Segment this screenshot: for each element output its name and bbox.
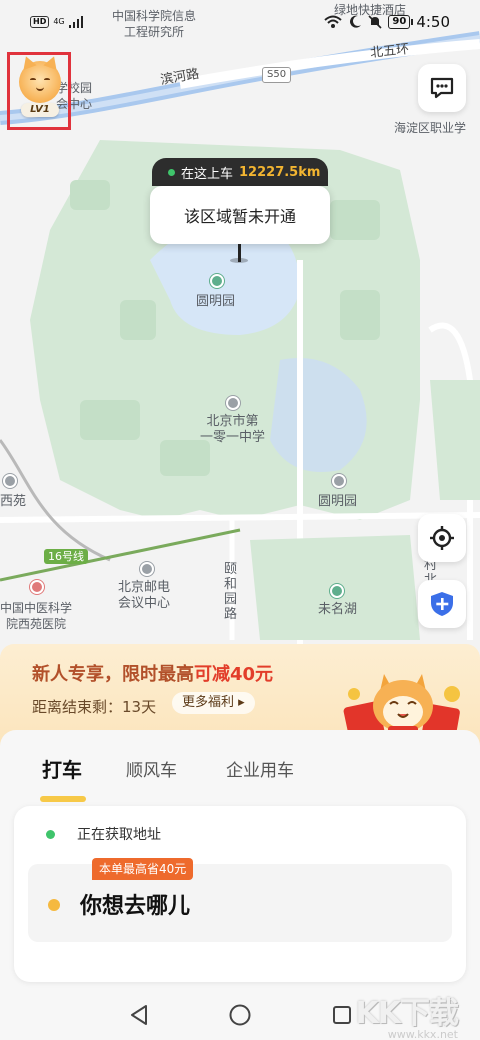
active-tab-underline — [40, 796, 86, 802]
poi-icon-post-conference — [140, 562, 154, 576]
poi-icon-hospital — [30, 580, 44, 594]
road-shield-s50: S50 — [262, 67, 292, 83]
pickup-info-card[interactable]: 该区域暂未开通 — [150, 186, 330, 244]
savings-tag: 本单最高省40元 — [92, 858, 194, 880]
poi-icon-xiyuan-station — [3, 474, 17, 488]
watermark-logo: KK下载 — [355, 996, 459, 1031]
locate-button[interactable] — [418, 514, 466, 562]
level-badge: LV1 — [21, 103, 59, 117]
status-bar: HD 4G 90 4:50 — [0, 0, 480, 40]
destination-dot-icon — [48, 899, 60, 911]
wifi-icon — [324, 15, 343, 28]
road-label-north-5th-ring: 北五环 — [369, 41, 410, 61]
back-nav-button[interactable] — [126, 1002, 152, 1028]
back-triangle-icon — [131, 1005, 147, 1025]
moon-icon — [350, 15, 362, 28]
user-avatar-button[interactable]: LV1 — [7, 52, 71, 130]
destination-input[interactable]: 本单最高省40元 你想去哪儿 — [28, 858, 452, 942]
home-nav-button[interactable] — [227, 1002, 253, 1028]
home-circle-icon — [229, 1004, 251, 1026]
ride-request-card: 正在获取地址 本单最高省40元 你想去哪儿 — [14, 806, 466, 982]
map-label-tcm-hospital: 中国中医科学 院西苑医院 — [0, 601, 73, 631]
pickup-message: 该区域暂未开通 — [183, 207, 296, 226]
map-label-weiming-lake: 未名湖 — [318, 602, 358, 617]
promo-title: 新人专享，限时最高可减40元 — [32, 660, 273, 686]
promo-title-highlight: 可减40元 — [194, 664, 274, 685]
map-label-middle-school: 北京市第 一零一中学 — [200, 414, 266, 445]
recents-square-icon — [333, 1006, 351, 1024]
poi-icon-school — [226, 396, 240, 410]
network-type: 4G — [53, 17, 65, 26]
message-button[interactable] — [418, 64, 466, 112]
pickup-green-dot-icon — [168, 168, 175, 176]
recents-nav-button[interactable] — [329, 1002, 355, 1028]
subway-line-16-badge: 16号线 — [44, 549, 88, 564]
map-label-yuanmingyuan: 圆明园 — [196, 294, 236, 309]
road-label-yiheyuan: 颐 和 园 路 — [224, 562, 238, 622]
triangle-right-icon: ▸ — [238, 695, 245, 710]
poi-icon-ymy-station — [332, 474, 346, 488]
pickup-tag: 在这上车 12227.5km — [152, 158, 328, 186]
poi-icon-yuanmingyuan — [210, 274, 224, 288]
pickup-tag-text: 在这上车 — [181, 166, 234, 182]
pickup-location-row[interactable]: 正在获取地址 — [46, 824, 161, 844]
safety-button[interactable] — [418, 580, 466, 628]
map-label-haidian-school: 海淀区职业学 — [394, 121, 467, 135]
hd-indicator: HD — [30, 16, 50, 28]
tab-carpool[interactable]: 顺风车 — [126, 756, 177, 781]
location-pin-icon — [238, 244, 241, 262]
tab-taxi[interactable]: 打车 — [42, 754, 82, 783]
current-location-text: 正在获取地址 — [77, 827, 161, 843]
ride-type-tabs: 打车 顺风车 企业用车 — [0, 754, 480, 802]
promo-title-main: 新人专享，限时最高 — [32, 664, 194, 685]
shield-plus-icon — [431, 592, 453, 616]
more-benefits-label: 更多福利 — [182, 695, 235, 710]
signal-icon — [68, 16, 83, 28]
destination-placeholder: 你想去哪儿 — [80, 894, 191, 919]
map-label-post-conference: 北京邮电 会议中心 — [118, 580, 171, 611]
pickup-dot-icon — [46, 829, 55, 839]
ride-bottom-sheet: 打车 顺风车 企业用车 正在获取地址 本单最高省40元 你想去哪儿 — [0, 730, 480, 990]
clock: 4:50 — [416, 13, 450, 31]
chat-bubble-icon — [430, 77, 454, 99]
battery-indicator: 90 — [388, 15, 414, 29]
poi-icon-weiming-lake — [330, 584, 344, 598]
pickup-distance: 12227.5km — [239, 164, 321, 180]
map-label-xiyuan: 西苑 — [0, 494, 27, 509]
tab-enterprise[interactable]: 企业用车 — [226, 756, 294, 781]
crosshair-icon — [430, 526, 454, 550]
map-label-yuanmingyuan-station: 圆明园 — [318, 494, 358, 509]
more-benefits-button[interactable]: 更多福利 ▸ — [172, 692, 255, 714]
cat-avatar-icon — [19, 53, 61, 103]
promo-countdown: 距离结束剩：13天 — [32, 698, 157, 716]
watermark: KK下载 www.kkx.net — [356, 988, 459, 1040]
mute-bell-icon — [368, 15, 382, 29]
